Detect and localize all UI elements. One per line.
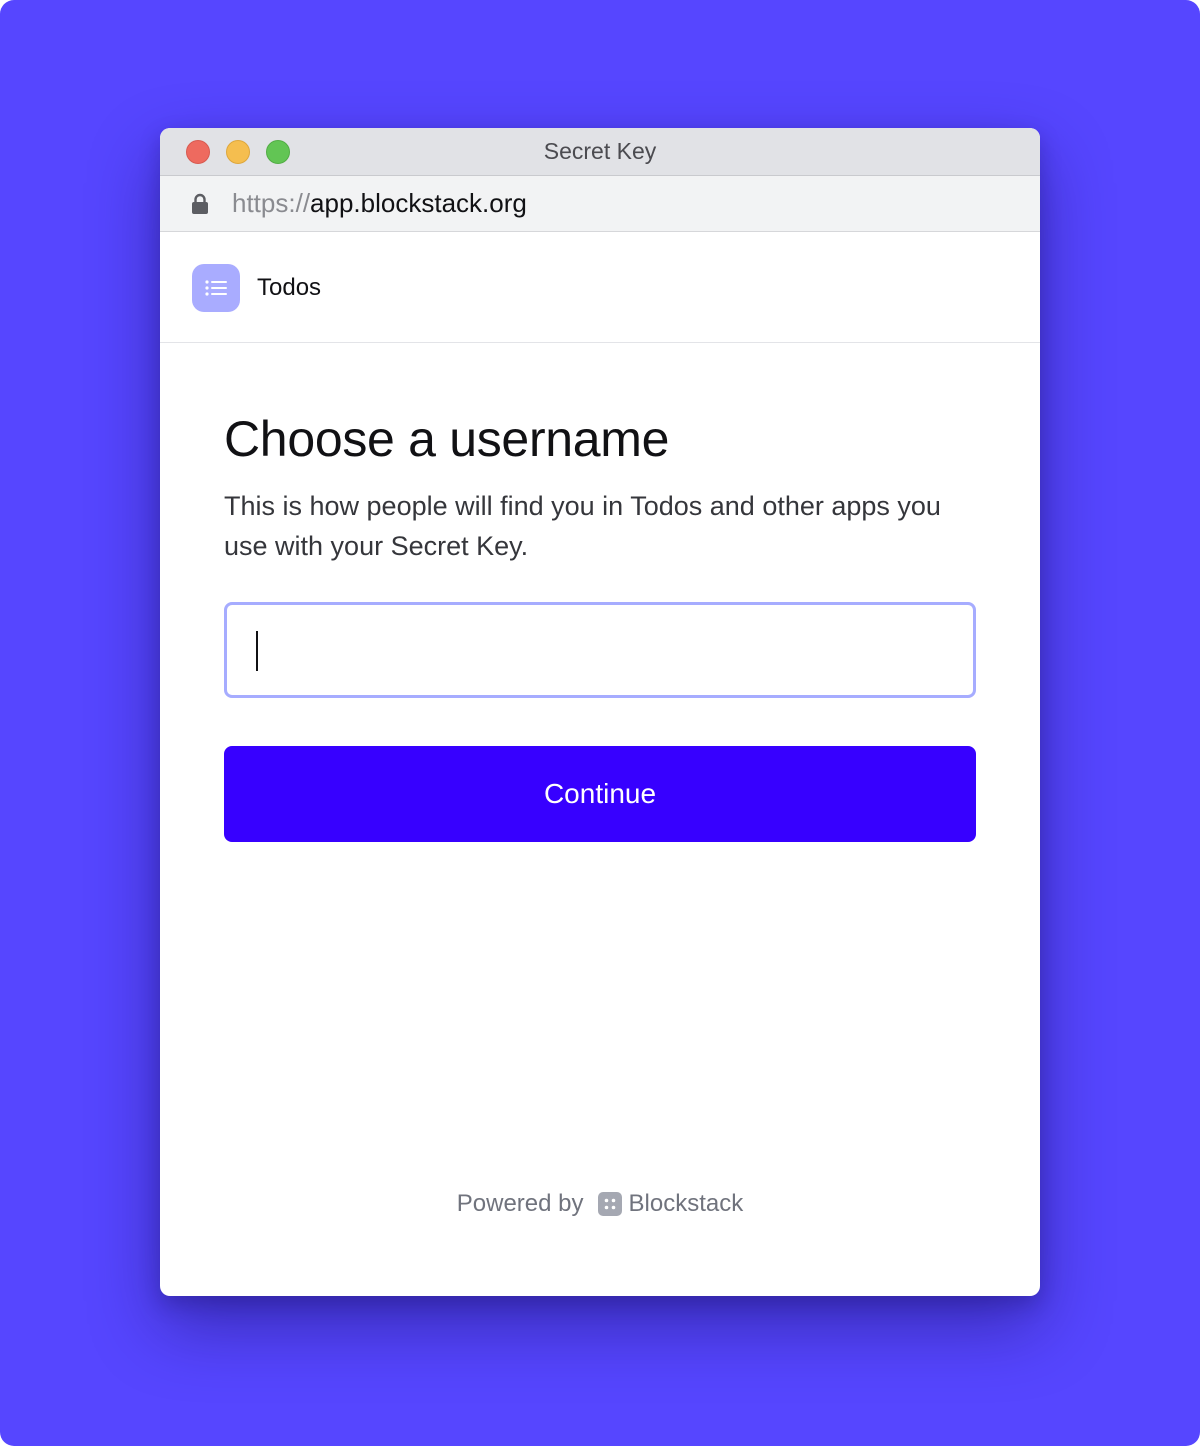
blockstack-icon <box>597 1192 622 1216</box>
backdrop: Secret Key https://app.blockstack.org To… <box>0 0 1200 1446</box>
url-host: app.blockstack.org <box>310 188 527 218</box>
page-description: This is how people will find you in Todo… <box>224 491 941 561</box>
browser-window: Secret Key https://app.blockstack.org To… <box>160 128 1040 1296</box>
url-scheme: https:// <box>232 188 311 218</box>
app-icon <box>192 264 240 312</box>
app-header: Todos <box>160 232 1040 343</box>
list-icon <box>205 280 227 296</box>
text-caret <box>256 631 258 671</box>
app-name: Todos <box>257 274 322 301</box>
footer: Powered by Blockstack <box>160 1186 1040 1222</box>
lock-icon <box>192 193 208 214</box>
url-text: https://app.blockstack.org <box>232 176 527 231</box>
page-title: Choose a username <box>224 411 670 467</box>
username-form: Choose a username This is how people wil… <box>224 398 976 842</box>
continue-button[interactable]: Continue <box>224 746 976 842</box>
title-bar: Secret Key <box>160 128 1040 176</box>
blockstack-link[interactable]: Blockstack <box>629 1190 744 1218</box>
username-input[interactable] <box>227 605 973 695</box>
powered-by-label: Powered by <box>456 1190 584 1217</box>
username-field[interactable] <box>224 602 976 698</box>
window-title: Secret Key <box>543 138 657 164</box>
address-bar[interactable]: https://app.blockstack.org <box>160 176 1040 232</box>
